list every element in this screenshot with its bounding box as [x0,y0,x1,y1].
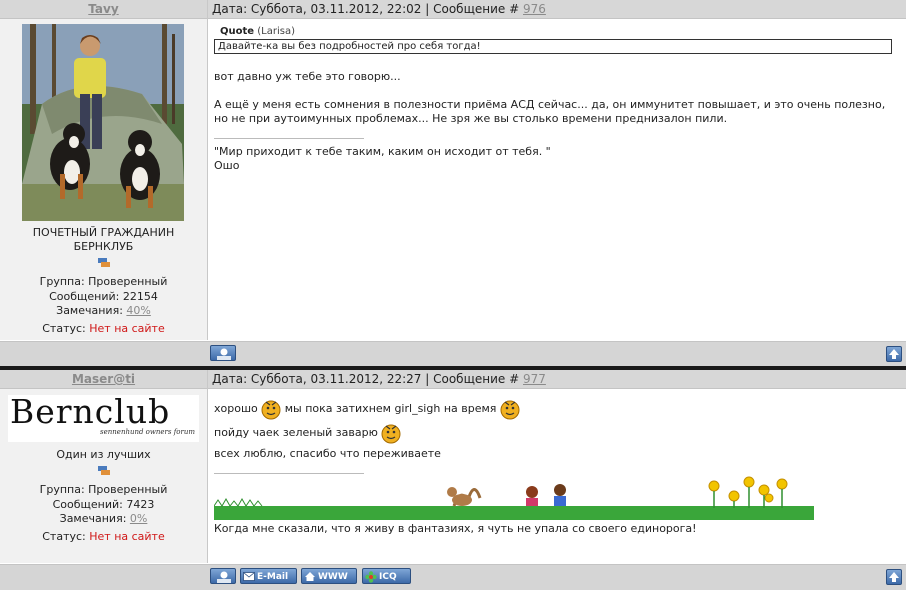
user-messages: Сообщений: 7423 [52,497,155,511]
arrow-up-icon [889,572,899,582]
warnings-link[interactable]: 40% [126,304,150,317]
author-nick-row: Tavy [0,0,207,19]
user-info: Группа: Проверенный Сообщений: 7423 Заме… [0,483,207,544]
post-footer [0,341,906,367]
user-title-line: Один из лучших [56,448,151,461]
smiley-alt-text: girl_sigh [394,402,441,415]
text-fragment: на время [443,402,497,415]
logo-title: Bernclub [10,392,171,431]
status-label: Статус: [42,529,86,543]
user-warnings: Замечания: 40% [0,304,207,319]
mail-icon [243,572,255,581]
user-avatar-photo [22,24,184,221]
post-text-line: вот давно уж тебе это говорю... [214,70,401,83]
status-label: Статус: [42,321,86,335]
post-text-line: но не при аутоимунных проблемах... Не зр… [214,112,728,125]
post-header: Дата: Суббота, 03.11.2012, 22:02 | Сообщ… [208,0,906,19]
quote-box: Давайте-ка вы без подробностей про себя … [214,39,892,54]
scroll-top-button[interactable] [886,569,902,585]
user-title-line: БЕРНКЛУБ [73,240,134,253]
post-date: Дата: Суббота, 03.11.2012, 22:27 | Сообщ… [212,372,520,386]
www-button[interactable]: WWW [301,568,357,584]
forum-post: Tavy ПОЧЕТНЫЙ ГРАЖДАНИН БЕРНКЛУБ Группа:… [0,0,906,367]
icq-button[interactable]: ICQ [362,568,411,584]
email-button-label: E-Mail [257,572,289,582]
user-warnings: Замечания: 0% [0,512,207,527]
status-offline: Нет на сайте [89,529,165,543]
smiley-icon [381,424,401,444]
icq-button-label: ICQ [379,572,397,582]
warnings-link[interactable]: 0% [130,512,147,525]
user-messages: Сообщений: 22154 [49,289,158,303]
home-icon [305,572,315,581]
signature-divider [214,473,364,474]
author-nick-link[interactable]: Maser@ti [72,372,135,386]
post-footer: E-Mail WWW ICQ [0,564,906,590]
text-fragment: хорошо [214,402,258,415]
user-status: Статус: Нет на сайте [0,530,207,545]
signature-banner-image [214,476,814,520]
status-offline: Нет на сайте [89,321,165,335]
profile-icon [217,348,231,360]
profile-button[interactable] [210,568,236,584]
author-nick-row: Maser@ti [0,370,207,389]
post-date: Дата: Суббота, 03.11.2012, 22:02 | Сообщ… [212,2,520,16]
user-title: ПОЧЕТНЫЙ ГРАЖДАНИН БЕРНКЛУБ [0,226,207,269]
user-panel: Tavy ПОЧЕТНЫЙ ГРАЖДАНИН БЕРНКЛУБ Группа:… [0,0,208,340]
user-avatar-logo: Bernclub sennenhund owners forum [8,395,199,442]
post-text-line: всех люблю, спасибо что переживаете [214,447,441,460]
user-status: Статус: Нет на сайте [0,322,207,337]
rank-icon [97,258,110,267]
signature-line: Когда мне сказали, что я живу в фантазия… [214,522,697,535]
avatar-image [22,24,184,221]
post-header: Дата: Суббота, 03.11.2012, 22:27 | Сообщ… [208,370,906,389]
post-body: хорошо мы пока затихнем girl_sigh на вре… [208,389,906,536]
post-number-link[interactable]: 977 [523,372,546,386]
post-text-line: А ещё у меня есть сомнения в полезности … [214,98,886,111]
warnings-label: Замечания: [56,304,123,317]
user-info: Группа: Проверенный Сообщений: 22154 Зам… [0,275,207,336]
text-fragment: пойду чаек зеленый заварю [214,426,378,439]
arrow-up-icon [889,349,899,359]
user-group: Группа: Проверенный [39,483,168,496]
www-button-label: WWW [318,572,348,582]
rank-icon [97,466,110,475]
text-fragment: мы пока затихнем [284,402,391,415]
signature-line: "Мир приходит к тебе таким, каким он исх… [214,145,551,158]
quote-source: (Larisa) [257,26,295,37]
post-content-panel: Дата: Суббота, 03.11.2012, 22:02 | Сообщ… [208,0,906,340]
user-title: Один из лучших [0,448,207,477]
icq-flower-icon [365,571,377,583]
profile-button[interactable] [210,345,236,361]
quote-header: Quote (Larisa) [214,25,900,39]
post-number-link[interactable]: 976 [523,2,546,16]
smiley-icon [261,400,281,420]
user-panel: Maser@ti Bernclub sennenhund owners foru… [0,370,208,563]
forum-post: Maser@ti Bernclub sennenhund owners foru… [0,370,906,590]
post-body: Quote (Larisa) Давайте-ка вы без подробн… [208,19,906,173]
signature-line: Ошо [214,159,240,172]
user-title-line: ПОЧЕТНЫЙ ГРАЖДАНИН [32,226,175,239]
post-content-panel: Дата: Суббота, 03.11.2012, 22:27 | Сообщ… [208,370,906,563]
post-text-line: пойду чаек зеленый заварю [214,421,900,445]
warnings-label: Замечания: [59,512,127,525]
post-text-line: хорошо мы пока затихнем girl_sigh на вре… [214,397,900,421]
author-nick-link[interactable]: Tavy [88,2,118,16]
quote-label: Quote [220,26,255,37]
scroll-top-button[interactable] [886,346,902,362]
email-button[interactable]: E-Mail [240,568,297,584]
signature-divider [214,138,364,139]
profile-icon [217,571,231,583]
smiley-icon [500,400,520,420]
user-group: Группа: Проверенный [39,275,168,288]
